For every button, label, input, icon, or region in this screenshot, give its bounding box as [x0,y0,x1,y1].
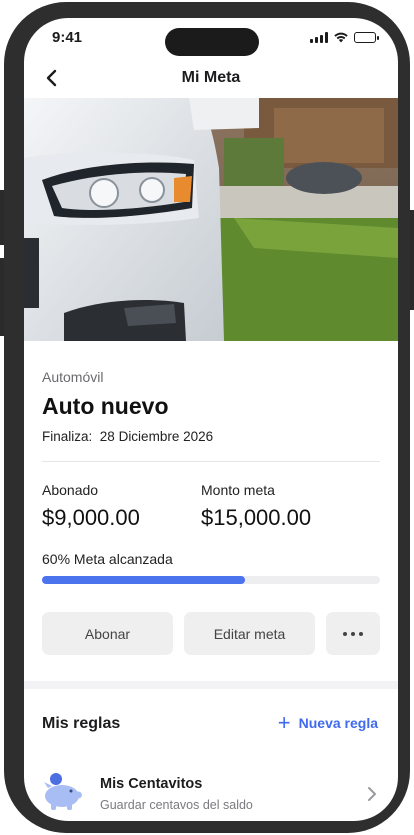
deposited-value: $9,000.00 [42,505,140,530]
status-bar: 9:41 [24,18,398,58]
progress-text: 60% Meta alcanzada [42,551,173,567]
goal-name: Auto nuevo [42,393,169,419]
new-rule-button[interactable]: + Nueva regla [277,710,378,735]
edit-goal-button[interactable]: Editar meta [184,612,315,655]
plus-icon: + [277,710,291,735]
wifi-icon [334,32,348,43]
phone-frame: 9:41 Mi Meta Automóvil Auto nuevo Finali… [4,2,410,833]
deposit-button[interactable]: Abonar [42,612,173,655]
rules-title: Mis reglas [42,715,121,732]
deposited-label: Abonado [42,482,99,498]
more-horizontal-icon [343,631,363,636]
end-date-value: 28 Diciembre 2026 [99,429,214,444]
status-time: 9:41 [52,29,83,46]
nav-bar: Mi Meta [24,60,398,96]
section-separator [24,681,398,689]
page-title: Mi Meta [181,69,241,86]
dynamic-island [165,28,259,56]
rule-name: Mis Centavitos [100,776,203,792]
goal-end-date: Finaliza: 28 Diciembre 2026 [42,429,213,444]
cellular-signal-icon [310,31,328,43]
end-date-label: Finaliza: [42,429,93,444]
piggy-bank-icon [44,773,82,810]
chevron-right-icon [368,787,376,801]
rule-item[interactable]: Mis Centavitos Guardar centavos del sald… [24,762,398,821]
rule-description: Guardar centavos del saldo [100,798,253,812]
goal-category: Automóvil [42,369,104,385]
status-icons [310,31,379,43]
more-options-button[interactable] [326,612,380,655]
screen: 9:41 Mi Meta Automóvil Auto nuevo Finali… [24,18,398,821]
progress-bar-fill [42,576,245,584]
goal-cover-image [24,98,398,341]
target-label: Monto meta [201,482,275,498]
target-value: $15,000.00 [201,505,312,530]
divider [42,461,380,462]
battery-icon [354,31,379,43]
progress-bar [42,576,380,584]
new-rule-label: Nueva regla [298,715,378,731]
